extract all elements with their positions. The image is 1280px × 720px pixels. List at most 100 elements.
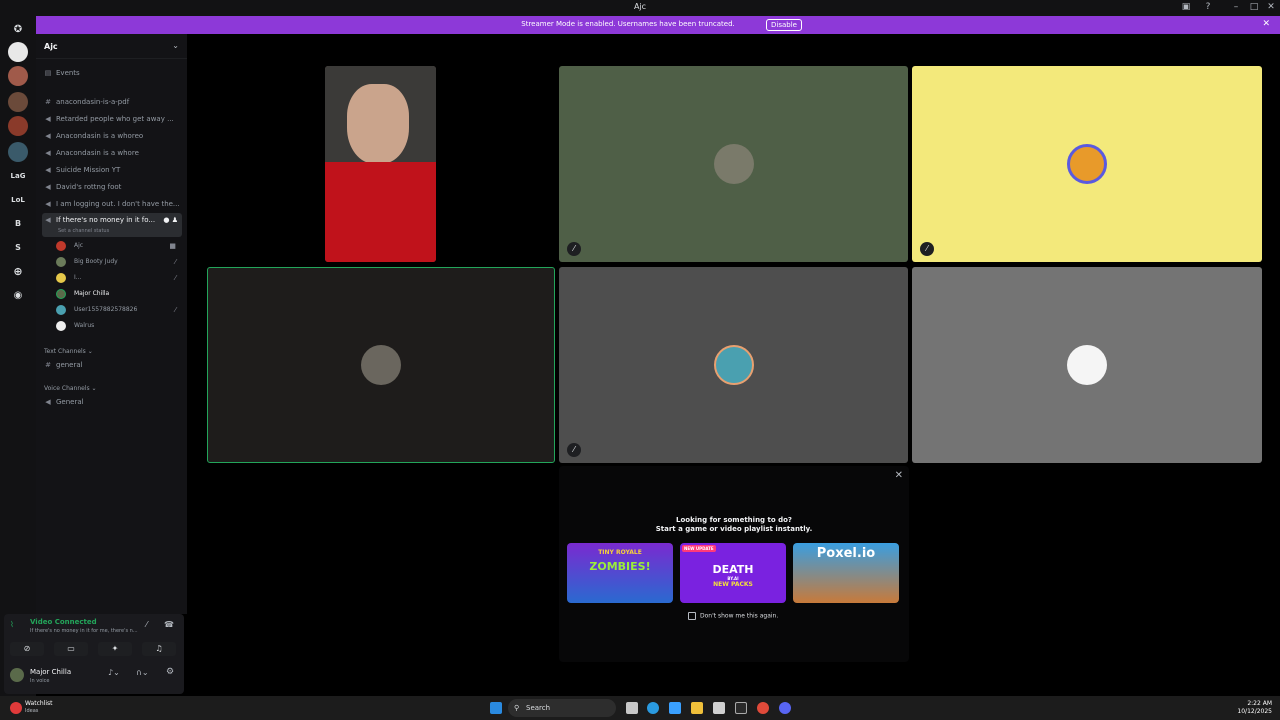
discord-icon[interactable] [779,702,791,714]
events-item[interactable]: ▤ Events [42,66,182,81]
file-explorer-icon[interactable] [691,702,703,714]
chevron-down-icon[interactable]: ⌄ [172,41,179,50]
channel-item[interactable]: # general [42,358,182,373]
voice-user[interactable]: I... ⁄ [56,271,180,285]
chat-icon[interactable]: ● ♟ [163,213,178,228]
discord-home-icon[interactable]: ✪ [8,20,28,40]
watchlist-subtitle: Ideas [25,708,39,714]
activity-button[interactable]: ✦ [98,642,132,656]
game-card-tiny-royale[interactable]: TINY ROYALE ZOMBIES! [567,543,673,603]
channel-status-text[interactable]: Set a channel status [58,224,109,237]
title-bar: Ajc ▣ ? – □ ✕ [0,0,1280,16]
close-icon[interactable]: ✕ [895,470,903,481]
app-icon[interactable] [735,702,747,714]
server-s[interactable]: S [8,238,28,258]
channel-item[interactable]: ◀ Suicide Mission YT [42,163,182,178]
avatar [56,257,66,267]
active-voice-channel[interactable]: ◀ If there's no money in it fo... ● ♟ Set… [42,213,182,237]
voice-user[interactable]: Big Booty Judy ⁄ [56,255,180,269]
participant-tile[interactable]: ⁄ [559,267,908,463]
watchlist-title[interactable]: Watchlist [25,700,53,707]
speaker-icon: ◀ [45,132,51,140]
soundboard-button[interactable]: ♫ [142,642,176,656]
server-avatar-4[interactable] [8,116,28,136]
system-clock[interactable]: 2:22 AM 10/12/2025 [1237,700,1272,716]
calendar-icon: ▤ [44,69,52,77]
connection-status[interactable]: Video Connected [30,618,97,626]
server-lag[interactable]: LaG [8,166,28,186]
voice-channels-category[interactable]: Voice Channels ⌄ [44,385,97,392]
discover-icon[interactable]: ◉ [8,286,28,306]
video-feed-tile[interactable] [325,66,436,262]
minimize-icon[interactable]: – [1230,2,1242,12]
channel-item[interactable]: ◀ I am logging out. I don't have the... [42,197,182,212]
voice-user[interactable]: Major Chilla [56,287,180,301]
copilot-icon[interactable] [669,702,681,714]
windows-start-icon[interactable] [490,702,502,714]
channel-item[interactable]: # anacondasin-is-a-pdf [42,95,182,110]
watchlist-icon[interactable] [10,702,22,714]
gear-icon[interactable]: ⚙ [166,667,174,677]
edge-icon[interactable] [647,702,659,714]
server-avatar-3[interactable] [8,92,28,112]
maximize-icon[interactable]: □ [1248,2,1260,12]
channel-item[interactable]: ◀ Anacondasin is a whoreo [42,129,182,144]
close-window-icon[interactable]: ✕ [1265,2,1277,12]
avatar [56,241,66,251]
wolf-avatar [713,144,754,184]
speaking-participant-tile[interactable] [207,267,555,463]
chrome-icon[interactable] [757,702,769,714]
inbox-icon[interactable]: ▣ [1180,2,1192,12]
game-card-poxel-io[interactable]: Poxel.io [793,543,899,603]
task-view-icon[interactable] [626,702,638,714]
camera-off-button[interactable]: ⊘ [10,642,44,656]
channel-item[interactable]: ◀ General [42,395,182,410]
participant-tile[interactable]: ⁄ [559,66,908,262]
cat-avatar [361,345,401,385]
disable-streamer-mode-button[interactable]: Disable [766,19,802,31]
checkbox[interactable] [688,612,696,620]
server-avatar-5[interactable] [8,142,28,162]
noise-suppression-icon[interactable]: ⁄ [146,620,147,629]
channel-item[interactable]: ◀ David's rottng foot [42,180,182,195]
participant-tile[interactable]: ⁄ [912,66,1262,262]
text-channels-category[interactable]: Text Channels ⌄ [44,348,93,355]
close-banner-icon[interactable]: ✕ [1262,19,1270,29]
headphones-icon[interactable]: ∩⌄ [136,668,149,677]
add-server-icon[interactable]: ⊕ [8,262,28,282]
server-avatar-2[interactable] [8,66,28,86]
disconnect-icon[interactable]: ☎ [164,620,174,629]
server-b[interactable]: B [8,214,28,234]
activity-prompt: ✕ Looking for something to do? Start a g… [559,466,909,662]
speaker-icon: ◀ [45,149,51,157]
mic-muted-icon: ⁄ [174,258,176,266]
store-icon[interactable] [713,702,725,714]
banner-message: Streamer Mode is enabled. Usernames have… [521,20,735,28]
blue-character-avatar [713,345,754,385]
speaker-icon: ◀ [45,166,51,174]
server-avatar-1[interactable] [8,42,28,62]
hashtag-icon: # [45,98,51,106]
microphone-icon[interactable]: ♪⌄ [108,668,120,677]
participant-tile[interactable] [912,267,1262,463]
help-icon[interactable]: ? [1202,2,1214,12]
voice-user[interactable]: Ajc ■ [56,239,180,253]
user-info[interactable]: Major Chilla In voice ♪⌄ ∩⌄ ⚙ [4,662,174,686]
screen-share-button[interactable]: ▭ [54,642,88,656]
taskbar-search[interactable]: ⚲ Search [508,699,616,717]
server-lol[interactable]: LoL [8,190,28,210]
search-icon: ⚲ [514,704,520,712]
voice-user[interactable]: Walrus [56,319,180,333]
voice-user[interactable]: User1557882578826 ⁄ [56,303,180,317]
username: Major Chilla [30,668,72,676]
sketch-avatar [1067,345,1107,385]
signal-icon: ⌇ [10,620,14,629]
server-name[interactable]: Ajc [44,42,58,51]
speaker-icon: ◀ [45,183,51,191]
channel-item[interactable]: ◀ Retarded people who get away ... [42,112,182,127]
dont-show-again-option[interactable]: Don't show me this again. [688,612,778,620]
game-card-death-by-ai[interactable]: NEW UPDATE DEATH BY.AI NEW PACKS [680,543,786,603]
speaker-icon: ◀ [45,216,51,224]
channel-item[interactable]: ◀ Anacondasin is a whore [42,146,182,161]
hashtag-icon: # [45,361,51,369]
